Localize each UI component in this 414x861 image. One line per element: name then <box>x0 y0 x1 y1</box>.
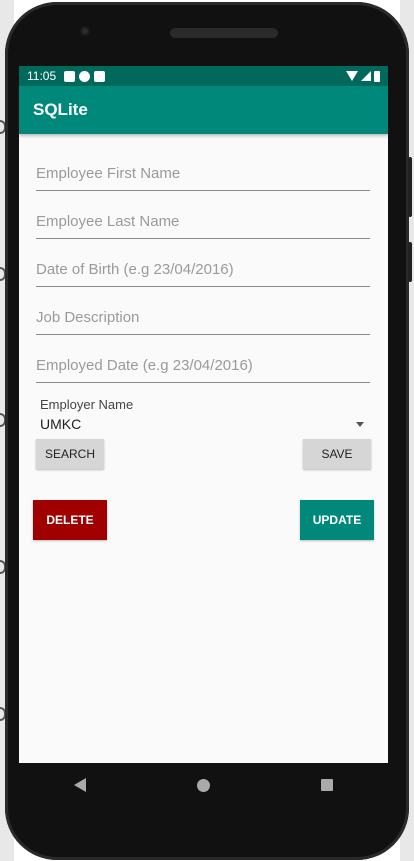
sd-card-icon <box>94 70 106 82</box>
first-name-input[interactable] <box>36 156 370 190</box>
volume-button[interactable] <box>408 157 412 217</box>
gmail-icon <box>64 70 76 82</box>
job-description-input[interactable] <box>36 300 370 334</box>
first-name-field[interactable] <box>36 156 370 191</box>
speaker-grille <box>170 28 278 38</box>
employed-date-field[interactable] <box>36 348 370 383</box>
last-name-input[interactable] <box>36 204 370 238</box>
signal-icon <box>361 71 371 81</box>
navigation-bar <box>19 763 388 807</box>
job-description-field[interactable] <box>36 300 370 335</box>
last-name-field[interactable] <box>36 204 370 239</box>
status-bar: 11:05 <box>19 66 388 86</box>
notification-icons <box>64 70 106 82</box>
search-button[interactable]: SEARCH <box>36 439 104 469</box>
dob-field[interactable] <box>36 252 370 287</box>
back-icon[interactable] <box>74 778 87 792</box>
save-button[interactable]: SAVE <box>303 439 371 469</box>
delete-button[interactable]: DELETE <box>33 500 107 540</box>
app-screen: 11:05 SQLite Employer Name UMKC SEARCH S… <box>19 66 388 763</box>
employer-select[interactable]: UMKC <box>40 414 364 434</box>
battery-icon <box>374 70 380 82</box>
power-button[interactable] <box>408 242 412 282</box>
status-time: 11:05 <box>27 69 57 83</box>
system-icons <box>346 70 380 82</box>
phone-top-bezel <box>5 2 409 72</box>
app-title: SQLite <box>33 100 88 119</box>
camera-icon <box>80 26 90 36</box>
dob-input[interactable] <box>36 252 370 286</box>
employer-selected-value: UMKC <box>40 416 82 432</box>
circle-p-icon <box>79 70 91 82</box>
update-button[interactable]: UPDATE <box>300 500 374 540</box>
recents-icon[interactable] <box>320 779 333 791</box>
chevron-down-icon[interactable] <box>356 421 364 427</box>
wifi-icon <box>346 71 358 81</box>
home-icon[interactable] <box>196 778 210 792</box>
employed-date-input[interactable] <box>36 348 370 382</box>
employer-label: Employer Name <box>40 397 134 412</box>
app-bar: SQLite <box>19 86 388 134</box>
